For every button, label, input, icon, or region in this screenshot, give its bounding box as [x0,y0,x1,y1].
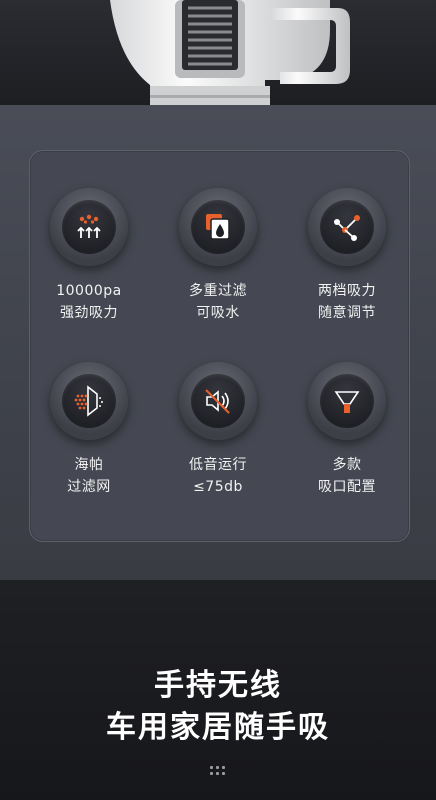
more-dots-icon [210,766,226,776]
headline-line1: 手持无线 [154,668,282,703]
feature-icon-circle [179,362,257,440]
suction-arrows-icon [77,214,101,238]
filter-water-icon [206,214,230,240]
feature-low-noise: 低音运行 ≤75db [155,362,281,498]
feature-line1: 多款 [332,457,362,473]
feature-line1: 低音运行 [189,457,247,473]
feature-line2: 过滤网 [67,479,111,495]
feature-icon-circle [50,362,128,440]
feature-icon-circle [179,188,257,266]
mesh-filter-icon [74,385,103,417]
feature-suction: 10000pa 强劲吸力 [26,188,152,324]
headline-line2: 车用家居随手吸 [106,710,330,745]
feature-two-speed: 两档吸力 随意调节 [284,188,410,324]
vacuum-product-image [110,0,350,105]
feature-line1: 多重过滤 [189,283,247,299]
feature-line1: 海帕 [74,457,104,473]
feature-line2: 可吸水 [196,305,240,321]
feature-nozzles: 多款 吸口配置 [284,362,410,498]
two-speed-icon [334,215,360,241]
feature-line2: ≤75db [193,479,243,495]
feature-line2: 强劲吸力 [60,305,118,321]
feature-icon-circle [50,188,128,266]
nozzle-icon [334,391,360,413]
feature-line2: 随意调节 [318,305,376,321]
feature-line1: 两档吸力 [318,283,376,299]
feature-line2: 吸口配置 [318,479,376,495]
feature-line1: 10000pa [56,283,122,299]
feature-icon-circle [308,362,386,440]
mute-speaker-icon [205,389,230,414]
feature-hepa: 海帕 过滤网 [26,362,152,498]
feature-filtration: 多重过滤 可吸水 [155,188,281,324]
feature-icon-circle [308,188,386,266]
